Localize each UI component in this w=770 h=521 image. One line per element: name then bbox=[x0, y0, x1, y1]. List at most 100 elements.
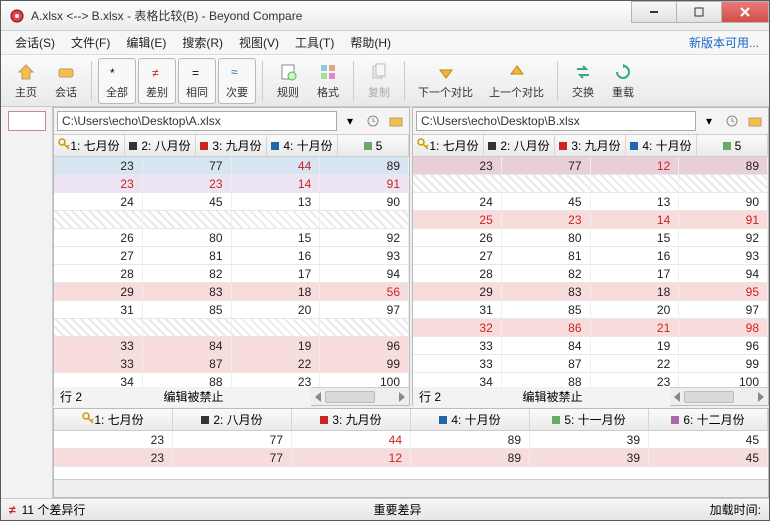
browse-button[interactable] bbox=[745, 111, 765, 131]
same-button[interactable]: =相同 bbox=[178, 58, 216, 104]
cell[interactable]: 12 bbox=[292, 449, 411, 466]
cell[interactable]: 85 bbox=[502, 301, 591, 318]
cell[interactable]: 96 bbox=[320, 337, 409, 354]
cell[interactable]: 18 bbox=[232, 283, 321, 300]
table-row[interactable]: 27811693 bbox=[413, 247, 768, 265]
cell[interactable]: 99 bbox=[679, 355, 768, 372]
cell[interactable]: 17 bbox=[232, 265, 321, 282]
table-row[interactable]: 26801592 bbox=[413, 229, 768, 247]
table-row[interactable]: 348823100 bbox=[413, 373, 768, 387]
cell[interactable]: 83 bbox=[502, 283, 591, 300]
cell[interactable]: 82 bbox=[502, 265, 591, 282]
cell[interactable]: 89 bbox=[320, 157, 409, 174]
cell[interactable] bbox=[54, 319, 143, 336]
left-hscroll[interactable]: 行 2编辑被禁止 bbox=[54, 387, 409, 405]
cell[interactable]: 45 bbox=[649, 431, 768, 448]
cell[interactable]: 44 bbox=[292, 431, 411, 448]
titlebar[interactable]: A.xlsx <--> B.xlsx - 表格比较(B) - Beyond Co… bbox=[1, 1, 769, 31]
table-row[interactable] bbox=[413, 175, 768, 193]
cell[interactable]: 33 bbox=[54, 355, 143, 372]
cell[interactable]: 45 bbox=[143, 193, 232, 210]
column-header[interactable]: 4: 十月份 bbox=[267, 135, 338, 156]
table-row[interactable]: 29831856 bbox=[54, 283, 409, 301]
cell[interactable]: 31 bbox=[413, 301, 502, 318]
cell[interactable]: 97 bbox=[679, 301, 768, 318]
column-header[interactable]: 5: 十一月份 bbox=[530, 409, 649, 430]
cell[interactable]: 98 bbox=[679, 319, 768, 336]
scroll-thumb[interactable] bbox=[684, 391, 734, 403]
cell[interactable]: 23 bbox=[143, 175, 232, 192]
cell[interactable] bbox=[143, 211, 232, 228]
minimize-button[interactable] bbox=[631, 1, 677, 23]
column-header[interactable]: 3: 九月份 bbox=[292, 409, 411, 430]
column-header[interactable]: 5 bbox=[338, 135, 409, 156]
cell[interactable]: 23 bbox=[54, 449, 173, 466]
cell[interactable]: 19 bbox=[591, 337, 680, 354]
cell[interactable]: 77 bbox=[173, 449, 292, 466]
bottom-grid[interactable]: 237744893945237712893945 bbox=[54, 431, 768, 479]
cell[interactable]: 87 bbox=[143, 355, 232, 372]
cell[interactable]: 44 bbox=[232, 157, 321, 174]
column-header[interactable]: 3: 九月份 bbox=[555, 135, 626, 156]
cell[interactable]: 100 bbox=[679, 373, 768, 387]
cell[interactable] bbox=[320, 319, 409, 336]
table-row[interactable]: 31852097 bbox=[54, 301, 409, 319]
cell[interactable]: 34 bbox=[413, 373, 502, 387]
cell[interactable]: 82 bbox=[143, 265, 232, 282]
table-row[interactable]: 23771289 bbox=[413, 157, 768, 175]
dropdown-button[interactable]: ▾ bbox=[699, 111, 719, 131]
cell[interactable]: 23 bbox=[54, 431, 173, 448]
cell[interactable]: 80 bbox=[143, 229, 232, 246]
cell[interactable] bbox=[413, 175, 502, 192]
cell[interactable]: 29 bbox=[54, 283, 143, 300]
cell[interactable]: 45 bbox=[502, 193, 591, 210]
menu-help[interactable]: 帮助(H) bbox=[342, 34, 399, 51]
column-header[interactable]: 4: 十月份 bbox=[411, 409, 530, 430]
table-row[interactable] bbox=[54, 211, 409, 229]
menu-file[interactable]: 文件(F) bbox=[63, 34, 118, 51]
table-row[interactable]: 33841996 bbox=[54, 337, 409, 355]
cell[interactable]: 23 bbox=[232, 373, 321, 387]
update-link[interactable]: 新版本可用... bbox=[681, 34, 769, 51]
cell[interactable]: 22 bbox=[232, 355, 321, 372]
column-header[interactable]: 2: 八月份 bbox=[125, 135, 196, 156]
cell[interactable]: 91 bbox=[679, 211, 768, 228]
cell[interactable]: 34 bbox=[54, 373, 143, 387]
menu-view[interactable]: 视图(V) bbox=[231, 34, 287, 51]
cell[interactable] bbox=[143, 319, 232, 336]
cell[interactable]: 77 bbox=[173, 431, 292, 448]
table-row[interactable]: 31852097 bbox=[413, 301, 768, 319]
cell[interactable]: 89 bbox=[411, 449, 530, 466]
cell[interactable]: 17 bbox=[591, 265, 680, 282]
cell[interactable]: 15 bbox=[591, 229, 680, 246]
cell[interactable]: 91 bbox=[320, 175, 409, 192]
cell[interactable]: 93 bbox=[679, 247, 768, 264]
cell[interactable]: 77 bbox=[143, 157, 232, 174]
cell[interactable]: 12 bbox=[591, 157, 680, 174]
bottom-hscroll[interactable] bbox=[54, 479, 768, 497]
cell[interactable]: 33 bbox=[413, 337, 502, 354]
cell[interactable]: 88 bbox=[502, 373, 591, 387]
right-grid[interactable]: 2377128924451390252314912680159227811693… bbox=[413, 157, 768, 387]
cell[interactable] bbox=[320, 211, 409, 228]
all-button[interactable]: *全部 bbox=[98, 58, 136, 104]
left-path-input[interactable]: C:\Users\echo\Desktop\A.xlsx bbox=[57, 111, 337, 131]
column-header[interactable]: 6: 十二月份 bbox=[649, 409, 768, 430]
cell[interactable]: 81 bbox=[143, 247, 232, 264]
format-button[interactable]: 格式 bbox=[309, 58, 347, 104]
cell[interactable]: 88 bbox=[143, 373, 232, 387]
cell[interactable]: 21 bbox=[591, 319, 680, 336]
cell[interactable]: 39 bbox=[530, 449, 649, 466]
cell[interactable]: 94 bbox=[679, 265, 768, 282]
cell[interactable]: 24 bbox=[413, 193, 502, 210]
cell[interactable]: 14 bbox=[591, 211, 680, 228]
cell[interactable]: 100 bbox=[320, 373, 409, 387]
diff-button[interactable]: ≠差别 bbox=[138, 58, 176, 104]
history-button[interactable] bbox=[363, 111, 383, 131]
column-header[interactable]: 2: 八月份 bbox=[173, 409, 292, 430]
cell[interactable] bbox=[502, 175, 591, 192]
cell[interactable]: 22 bbox=[591, 355, 680, 372]
table-row[interactable]: 24451390 bbox=[54, 193, 409, 211]
cell[interactable]: 13 bbox=[591, 193, 680, 210]
left-grid[interactable]: 2377448923231491244513902680159227811693… bbox=[54, 157, 409, 387]
